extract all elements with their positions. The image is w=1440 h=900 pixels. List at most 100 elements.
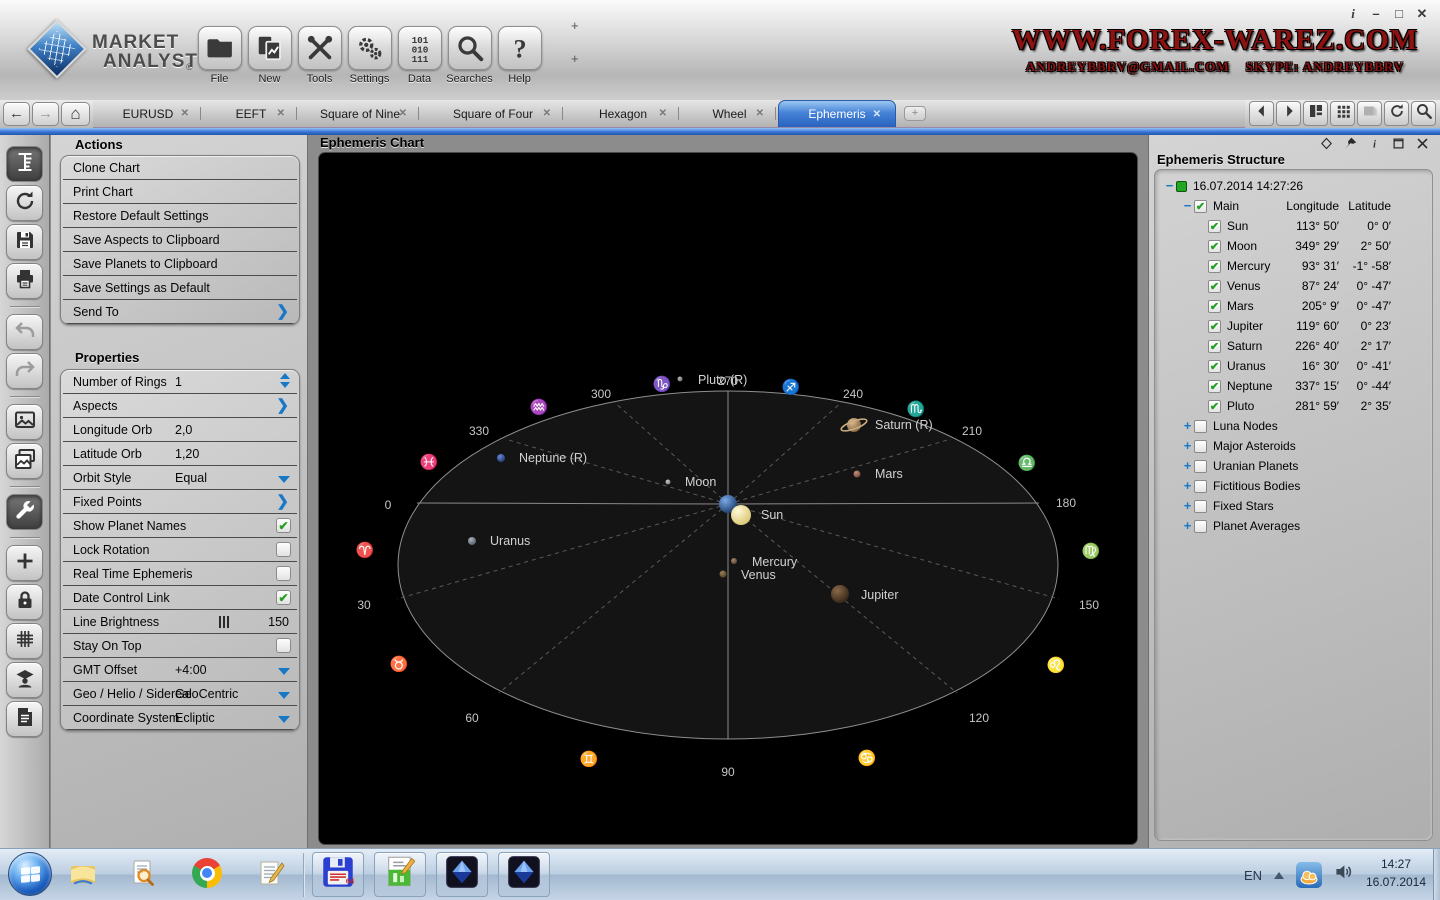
property-line-brightness[interactable]: Line Brightness 150 [63,610,297,634]
mentor-button[interactable] [6,662,43,698]
tree-main-node[interactable]: − ✔ Main Longitude Latitude [1155,196,1432,216]
action-save-aspects-to-clipboard[interactable]: Save Aspects to Clipboard [63,228,297,252]
checkbox[interactable] [1194,420,1207,433]
info-panel-icon[interactable]: i [1367,136,1382,156]
expand-icon[interactable]: + [1181,496,1194,516]
checkbox[interactable]: ✔ [1208,300,1221,313]
explorer-taskbar-icon[interactable] [68,858,100,890]
expand-icon[interactable]: + [1181,516,1194,536]
tab-close-icon[interactable]: ✕ [873,109,881,120]
layout-button[interactable] [1303,101,1328,126]
undo-button[interactable] [6,314,43,350]
tree-planet-jupiter[interactable]: ✔ Jupiter 119° 60′ 0° 23′ [1155,316,1432,336]
prev-button[interactable] [1249,101,1274,126]
file-toolbar-button[interactable]: File [197,26,242,92]
tools-toolbar-button[interactable]: Tools [297,26,342,92]
action-restore-default-settings[interactable]: Restore Default Settings [63,204,297,228]
property-coordinate-system[interactable]: Coordinate SystemEcliptic [63,706,297,730]
checkbox[interactable]: ✔ [276,518,291,533]
property-geo-helio-sidereal[interactable]: Geo / Helio / SiderealGeoCentric [63,682,297,706]
property-fixed-points[interactable]: Fixed Points❯ [63,490,297,514]
tree-group-fictitious-bodies[interactable]: + Fictitious Bodies [1155,476,1432,496]
action-save-settings-as-default[interactable]: Save Settings as Default [63,276,297,300]
expand-icon[interactable]: + [1181,476,1194,496]
tab-ephemeris[interactable]: Ephemeris ✕ [778,100,896,127]
tree-group-planet-averages[interactable]: + Planet Averages [1155,516,1432,536]
notepad-taskbar-icon[interactable] [256,858,288,890]
checkbox[interactable] [276,566,291,581]
checkbox[interactable] [1194,520,1207,533]
property-latitude-orb[interactable]: Latitude Orb1,20 [63,442,297,466]
image-export-button[interactable] [6,404,43,440]
redo-button[interactable] [6,353,43,389]
property-stay-on-top[interactable]: Stay On Top [63,634,297,658]
print-button[interactable] [6,263,43,299]
tab-eurusd[interactable]: EURUSD ✕ [93,100,203,127]
expand-icon[interactable]: + [1181,416,1194,436]
tree-group-major-asteroids[interactable]: + Major Asteroids [1155,436,1432,456]
spinner-control[interactable] [280,373,290,388]
info-window-button[interactable]: i [1345,6,1361,22]
property-number-of-rings[interactable]: Number of Rings1 [63,370,297,394]
property-aspects[interactable]: Aspects❯ [63,394,297,418]
show-desktop-button[interactable] [1433,849,1440,900]
checkbox[interactable]: ✔ [1208,320,1221,333]
tab-wheel[interactable]: Wheel ✕ [681,100,778,127]
tab-square-of-four[interactable]: Square of Four ✕ [421,100,565,127]
wrench-button[interactable] [6,494,43,530]
checkbox[interactable] [1194,440,1207,453]
maximize-window-button[interactable]: □ [1391,6,1407,22]
new-toolbar-button[interactable]: New [247,26,292,92]
dropdown-chevron-icon[interactable] [278,692,290,699]
property-longitude-orb[interactable]: Longitude Orb2,0 [63,418,297,442]
green-doc-app-button[interactable] [374,852,426,897]
dropdown-chevron-icon[interactable] [278,716,290,723]
slider-handle[interactable] [219,616,229,628]
tree-planet-uranus[interactable]: ✔ Uranus 16° 30′ 0° -41′ [1155,356,1432,376]
cloud-tray-icon[interactable] [1296,862,1322,888]
images-export-button[interactable] [6,443,43,479]
taskbar-clock[interactable]: 14:27 16.07.2014 [1360,855,1432,891]
magnifier-button[interactable] [1411,101,1436,126]
property-lock-rotation[interactable]: Lock Rotation [63,538,297,562]
diamond-panel-icon[interactable] [1319,136,1334,156]
tab-close-icon[interactable]: ✕ [181,108,189,119]
back-button[interactable]: ← [3,102,30,126]
checkbox[interactable]: ✔ [1208,220,1221,233]
searches-toolbar-button[interactable]: Searches [447,26,492,92]
checkbox[interactable] [276,638,291,653]
tab-square-of-nine[interactable]: Square of Nine ✕ [299,100,421,127]
maximize-panel-icon[interactable] [1391,136,1406,156]
expand-icon[interactable]: + [1181,436,1194,456]
checkbox[interactable]: ✔ [1208,360,1221,373]
checkbox[interactable] [1194,500,1207,513]
image-button[interactable] [1357,101,1382,126]
action-print-chart[interactable]: Print Chart [63,180,297,204]
tab-close-icon[interactable]: ✕ [277,108,285,119]
close-window-button[interactable]: ✕ [1414,6,1430,22]
checkbox[interactable]: ✔ [1208,340,1221,353]
checkbox[interactable] [276,542,291,557]
search-doc-taskbar-icon[interactable] [128,858,160,890]
tab-close-icon[interactable]: ✕ [756,108,764,119]
checkbox[interactable]: ✔ [1208,260,1221,273]
minimize-window-button[interactable]: – [1368,6,1384,22]
next-button[interactable] [1276,101,1301,126]
tree-planet-venus[interactable]: ✔ Venus 87° 24′ 0° -47′ [1155,276,1432,296]
chart-structure-button[interactable] [6,146,43,182]
grid-dots-button[interactable] [1330,101,1355,126]
checkbox[interactable]: ✔ [1208,240,1221,253]
tree-planet-moon[interactable]: ✔ Moon 349° 29′ 2° 50′ [1155,236,1432,256]
tab-close-icon[interactable]: ✕ [543,108,551,119]
language-indicator[interactable]: EN [1244,868,1262,883]
collapse-icon[interactable]: − [1163,176,1176,196]
tree-planet-mercury[interactable]: ✔ Mercury 93° 31′ -1° -58′ [1155,256,1432,276]
pin-panel-icon[interactable] [1343,136,1358,156]
notes-button[interactable] [6,701,43,737]
property-orbit-style[interactable]: Orbit StyleEqual [63,466,297,490]
ephemeris-chart-canvas[interactable]: 0306090120150180210240270300330♈♉♊♋♌♍♎♏♐… [318,152,1138,845]
tray-expand-icon[interactable] [1274,872,1284,879]
action-send-to[interactable]: Send To❯ [63,300,297,324]
close-panel-icon[interactable] [1415,136,1430,156]
dropdown-chevron-icon[interactable] [278,476,290,483]
